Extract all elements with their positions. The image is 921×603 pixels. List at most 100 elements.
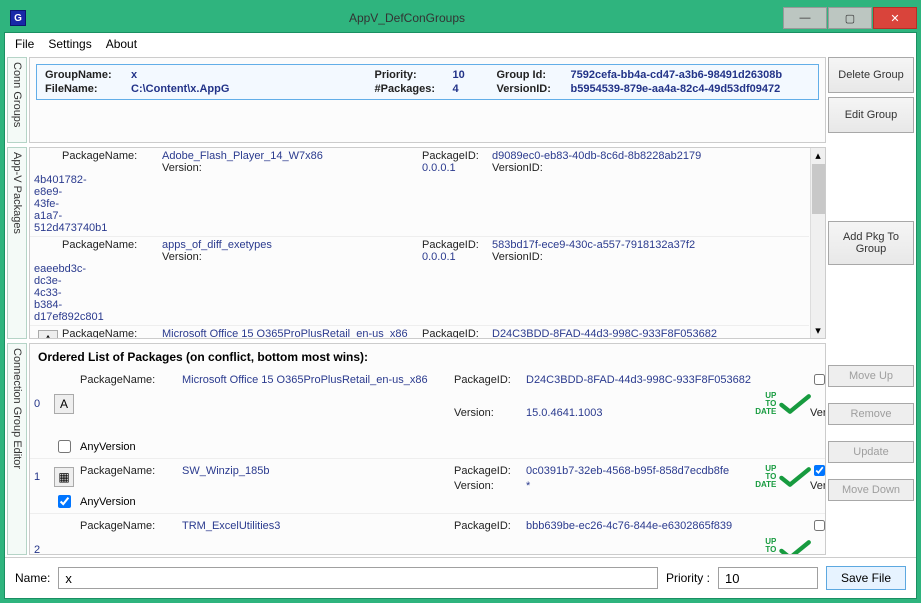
- value-packagename: TRM_ExcelUtilities3: [182, 520, 452, 532]
- label-packageid: PackageID:: [422, 239, 492, 251]
- name-input[interactable]: [58, 567, 658, 589]
- label-packageid: PackageID:: [422, 328, 492, 339]
- any-version-checkbox[interactable]: [54, 440, 75, 453]
- package-icon: A: [38, 330, 58, 339]
- scroll-down-icon[interactable]: ▾: [811, 323, 825, 338]
- remove-button[interactable]: Remove: [828, 403, 914, 425]
- value-versionid: 4b401782-e8e9-43fe-a1a7-512d473740b1: [34, 174, 62, 234]
- is-optional-checkbox[interactable]: [814, 464, 825, 477]
- packages-scrollbar[interactable]: ▴ ▾: [810, 148, 825, 338]
- priority-label: Priority :: [666, 571, 710, 585]
- label-packagename: PackageName:: [62, 328, 162, 339]
- value-versionid: b5954539-879e-aa4a-82c4-49d53df09472: [571, 83, 811, 95]
- sidetab-editor[interactable]: Connection Group Editor: [7, 343, 27, 555]
- label-groupid: Group Id:: [497, 69, 567, 81]
- ordered-row[interactable]: 2PackageName:TRM_ExcelUtilities3PackageI…: [30, 514, 825, 555]
- label-packagename: PackageName:: [62, 150, 162, 162]
- row-index: 0: [34, 398, 48, 410]
- bottom-bar: Name: Priority : Save File: [5, 557, 916, 598]
- status-text: UP TODATE: [753, 465, 776, 489]
- row-index: 1: [34, 471, 48, 483]
- value-packagename: Microsoft Office 15 O365ProPlusRetail_en…: [162, 328, 422, 339]
- status-text: UP TODATE: [753, 392, 776, 416]
- value-packagename: Adobe_Flash_Player_14_W7x86: [162, 150, 422, 162]
- add-pkg-to-group-button[interactable]: Add Pkg To Group: [828, 221, 914, 265]
- sidetab-label: Conn Groups: [11, 62, 23, 127]
- up-to-date-icon: [778, 467, 812, 487]
- ordered-title: Ordered List of Packages (on conflict, b…: [30, 344, 825, 368]
- edit-group-button[interactable]: Edit Group: [828, 97, 914, 133]
- menubar: File Settings About: [5, 33, 916, 55]
- ordered-row[interactable]: 1▦PackageName:SW_Winzip_185bPackageID:0c…: [30, 459, 825, 514]
- packages-panel: PackageName:Adobe_Flash_Player_14_W7x86P…: [29, 147, 826, 339]
- label-version: Version:: [454, 407, 524, 419]
- label-packageid: PackageID:: [454, 520, 524, 532]
- app-icon: G: [10, 10, 26, 26]
- label-packages: #Packages:: [375, 83, 449, 95]
- value-packages: 4: [453, 83, 493, 95]
- label-version: Version:: [162, 251, 422, 263]
- label-versionid: VersionID:: [810, 407, 826, 419]
- label-packageid: PackageID:: [422, 150, 492, 162]
- value-groupname: x: [131, 69, 371, 81]
- move-up-button[interactable]: Move Up: [828, 365, 914, 387]
- value-packageid: D24C3BDD-8FAD-44d3-998C-933F8F053682: [492, 328, 805, 339]
- value-groupid: 7592cefa-bb4a-cd47-a3b6-98491d26308b: [571, 69, 811, 81]
- menu-settings[interactable]: Settings: [48, 37, 91, 51]
- editor-panel: Ordered List of Packages (on conflict, b…: [29, 343, 826, 555]
- any-version-checkbox[interactable]: [54, 495, 75, 508]
- any-version-label: AnyVersion: [80, 496, 180, 508]
- value-versionid: eaeebd3c-dc3e-4c33-b384-d17ef892c801: [34, 263, 62, 323]
- label-versionid: VersionID:: [810, 553, 826, 555]
- label-packagename: PackageName:: [80, 465, 180, 477]
- any-version-label: AnyVersion: [80, 441, 180, 453]
- label-version: Version:: [162, 162, 422, 174]
- sidetab-appv-packages[interactable]: App-V Packages: [7, 147, 27, 339]
- package-row[interactable]: PackageName:Adobe_Flash_Player_14_W7x86P…: [30, 148, 809, 237]
- titlebar: G AppV_DefConGroups — ▢ ✕: [4, 4, 917, 32]
- ordered-row[interactable]: 0APackageName:Microsoft Office 15 O365Pr…: [30, 368, 825, 459]
- status-text: UP TODATE: [753, 538, 776, 556]
- move-down-button[interactable]: Move Down: [828, 479, 914, 501]
- scroll-up-icon[interactable]: ▴: [811, 148, 825, 163]
- value-version: 0.0.0.1: [526, 553, 756, 555]
- maximize-button[interactable]: ▢: [828, 7, 872, 29]
- package-row[interactable]: A PackageName:Microsoft Office 15 O365Pro…: [30, 326, 809, 339]
- package-icon: A: [54, 394, 74, 414]
- sidetab-conn-groups[interactable]: Conn Groups: [7, 57, 27, 143]
- value-version: 0.0.0.1: [422, 162, 492, 174]
- sidetab-label: App-V Packages: [11, 152, 23, 234]
- value-priority: 10: [453, 69, 493, 81]
- minimize-button[interactable]: —: [783, 7, 827, 29]
- row-index: 2: [34, 544, 48, 556]
- label-packageid: PackageID:: [454, 374, 524, 386]
- save-file-button[interactable]: Save File: [826, 566, 906, 590]
- name-label: Name:: [15, 571, 50, 585]
- delete-group-button[interactable]: Delete Group: [828, 57, 914, 93]
- label-versionid: VersionID:: [497, 83, 567, 95]
- value-version: 0.0.0.1: [422, 251, 492, 263]
- value-version: *: [526, 480, 756, 492]
- label-packagename: PackageName:: [62, 239, 162, 251]
- package-icon: ▦: [54, 467, 74, 487]
- close-button[interactable]: ✕: [873, 7, 917, 29]
- update-button[interactable]: Update: [828, 441, 914, 463]
- group-summary[interactable]: GroupName: x Priority: 10 Group Id: 7592…: [36, 64, 819, 100]
- value-packageid: bbb639be-ec26-4c76-844e-e6302865f839: [526, 520, 756, 532]
- package-row[interactable]: PackageName:apps_of_diff_exetypesPackage…: [30, 237, 809, 326]
- label-packagename: PackageName:: [80, 374, 180, 386]
- menu-about[interactable]: About: [106, 37, 137, 51]
- value-packagename: SW_Winzip_185b: [182, 465, 452, 477]
- menu-file[interactable]: File: [15, 37, 34, 51]
- scrollbar-thumb[interactable]: [812, 164, 825, 214]
- is-optional-checkbox[interactable]: [814, 373, 825, 386]
- value-packageid: 583bd17f-ece9-430c-a557-7918132a37f2: [492, 239, 805, 251]
- value-version: 15.0.4641.1003: [526, 407, 756, 419]
- value-packageid: D24C3BDD-8FAD-44d3-998C-933F8F053682: [526, 374, 756, 386]
- is-optional-checkbox[interactable]: [814, 519, 825, 532]
- priority-input[interactable]: [718, 567, 818, 589]
- label-groupname: GroupName:: [45, 69, 127, 81]
- value-packageid: d9089ec0-eb83-40db-8c6d-8b8228ab2179: [492, 150, 805, 162]
- label-version: Version:: [454, 553, 524, 555]
- label-packageid: PackageID:: [454, 465, 524, 477]
